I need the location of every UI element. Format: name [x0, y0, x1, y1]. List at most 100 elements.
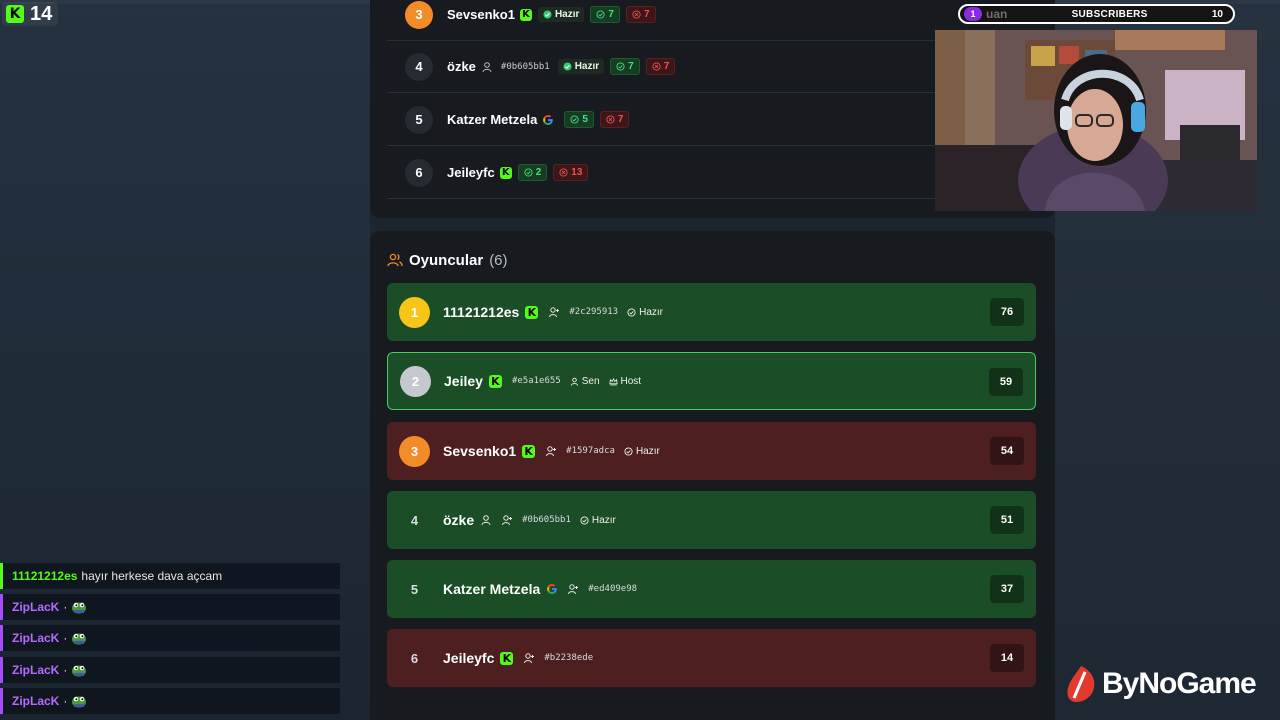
tag-label: Hazır — [591, 514, 616, 526]
player-name: Jeileyfc — [443, 650, 495, 666]
wins-pill: 7 — [610, 58, 640, 75]
kick-logo-icon: K — [525, 305, 539, 319]
tag-label: Host — [620, 375, 642, 387]
losses-pill: 7 — [625, 6, 656, 23]
bynogame-watermark: ByNoGame — [1064, 660, 1257, 708]
check-circle-icon — [616, 62, 625, 71]
brand-name: ByNoGame — [1102, 667, 1257, 700]
chat-message: ZipLacK · — [0, 625, 340, 651]
player-card[interactable]: 5 Katzer Metzela #ed409e98 37 — [387, 560, 1036, 618]
player-card[interactable]: 3 Sevsenko1 K #1597adca Hazır 54 — [387, 422, 1036, 480]
subscribers-goal-bar: 1 uan SUBSCRIBERS 10 — [958, 4, 1235, 24]
players-header: Oyuncular (6) — [387, 248, 508, 272]
check-circle-icon — [563, 62, 572, 71]
player-card[interactable]: 6 Jeileyfc K #b2238ede 14 — [387, 629, 1036, 687]
losses-pill: 13 — [553, 164, 589, 181]
self-tag: Sen — [570, 376, 600, 387]
check-circle-icon — [580, 515, 589, 525]
kick-viewer-badge: K 14 — [2, 2, 59, 26]
rank-badge: 2 — [400, 365, 431, 397]
player-score: 59 — [989, 368, 1023, 396]
scoreboard-row[interactable]: 3 Sevsenko1 K Hazır 7 7 — [387, 0, 947, 41]
wins-value: 5 — [582, 114, 588, 125]
webcam-image — [935, 30, 1257, 211]
tag-label: Sen — [581, 375, 600, 387]
scoreboard-row[interactable]: 4 özke #0b605bb1 Hazır 7 7 — [387, 41, 947, 93]
chat-message: 11121212es hayır herkese dava açcam — [0, 563, 340, 589]
recent-subscriber: uan — [986, 7, 1008, 21]
chat-message: ZipLacK · — [0, 657, 340, 683]
add-friend-icon[interactable] — [548, 306, 560, 318]
ready-tag: Hazır — [624, 446, 660, 457]
rank-badge: 6 — [405, 158, 433, 187]
add-friend-icon[interactable] — [567, 583, 579, 595]
add-friend-icon[interactable] — [501, 514, 513, 526]
rank-badge: 4 — [410, 512, 419, 528]
rank-badge: 4 — [405, 52, 433, 81]
check-circle-icon — [524, 168, 533, 177]
rank-badge: 6 — [410, 650, 419, 666]
chat-username: 11121212es — [12, 569, 78, 583]
losses-pill: 7 — [645, 58, 676, 75]
ready-label: Hazır — [554, 9, 580, 20]
player-name: Sevsenko1 — [447, 7, 515, 22]
frog-emote-icon — [72, 696, 87, 708]
add-friend-icon[interactable] — [523, 652, 535, 664]
player-card[interactable]: 4 özke #0b605bb1 Hazır 51 — [387, 491, 1036, 549]
rank-badge: 3 — [405, 0, 433, 29]
chat-username: ZipLacK — [12, 694, 60, 708]
kick-logo-icon: K — [500, 651, 514, 665]
player-card-self[interactable]: 2 Jeiley K #e5a1e655 Sen Host 59 — [387, 352, 1036, 410]
wins-value: 7 — [628, 61, 634, 72]
losses-pill: 7 — [599, 111, 630, 128]
ready-tag: Hazır — [627, 307, 663, 318]
players-title: Oyuncular — [409, 251, 484, 269]
kick-logo-icon: K — [6, 5, 24, 23]
chat-text: · — [63, 663, 68, 677]
chat-username: ZipLacK — [12, 631, 60, 645]
rank-badge: 1 — [399, 296, 430, 328]
players-icon — [387, 253, 403, 267]
viewer-count: 14 — [30, 2, 53, 25]
player-hash: #0b605bb1 — [500, 61, 550, 72]
google-icon — [543, 114, 554, 125]
x-circle-icon — [632, 10, 641, 19]
kick-logo-icon: K — [499, 166, 512, 179]
x-circle-icon — [606, 115, 615, 124]
check-circle-icon — [570, 115, 579, 124]
ready-pill: Hazır — [557, 59, 605, 74]
player-score: 37 — [990, 575, 1024, 603]
player-name: Katzer Metzela — [443, 581, 541, 597]
scoreboard-row[interactable]: 6 Jeileyfc K 2 13 — [387, 147, 947, 199]
ready-tag: Hazır — [580, 515, 616, 526]
sub-badge: 1 — [964, 7, 982, 21]
wins-pill: 5 — [564, 111, 594, 128]
ready-label: Hazır — [574, 61, 600, 72]
host-tag: Host — [608, 375, 642, 387]
player-hash: #2c295913 — [569, 307, 619, 317]
crown-icon — [608, 377, 618, 385]
chat-text: · — [63, 694, 68, 708]
player-name: Katzer Metzela — [447, 112, 538, 127]
chat-username: ZipLacK — [12, 663, 60, 677]
chat-text: · — [63, 631, 68, 645]
player-name: Jeiley — [444, 373, 483, 389]
player-name: Sevsenko1 — [443, 443, 517, 459]
check-circle-icon — [624, 446, 633, 456]
player-hash: #1597adca — [566, 446, 615, 456]
add-friend-icon[interactable] — [545, 445, 557, 457]
wins-pill: 2 — [517, 164, 548, 181]
rank-badge: 3 — [399, 435, 430, 467]
player-name: 11121212es — [443, 304, 520, 320]
rank-badge: 5 — [410, 581, 419, 597]
kick-logo-icon: K — [488, 374, 502, 388]
check-circle-icon — [627, 307, 636, 317]
user-icon — [482, 61, 492, 72]
scoreboard-row[interactable]: 5 Katzer Metzela 5 7 — [387, 94, 947, 146]
kick-logo-icon: K — [519, 8, 532, 21]
player-card[interactable]: 1 11121212es K #2c295913 Hazır 76 — [387, 283, 1036, 341]
chat-text: hayır herkese dava açcam — [81, 569, 223, 583]
frog-emote-icon — [72, 602, 87, 614]
tag-label: Hazır — [639, 306, 664, 318]
ready-pill: Hazır — [537, 7, 585, 22]
